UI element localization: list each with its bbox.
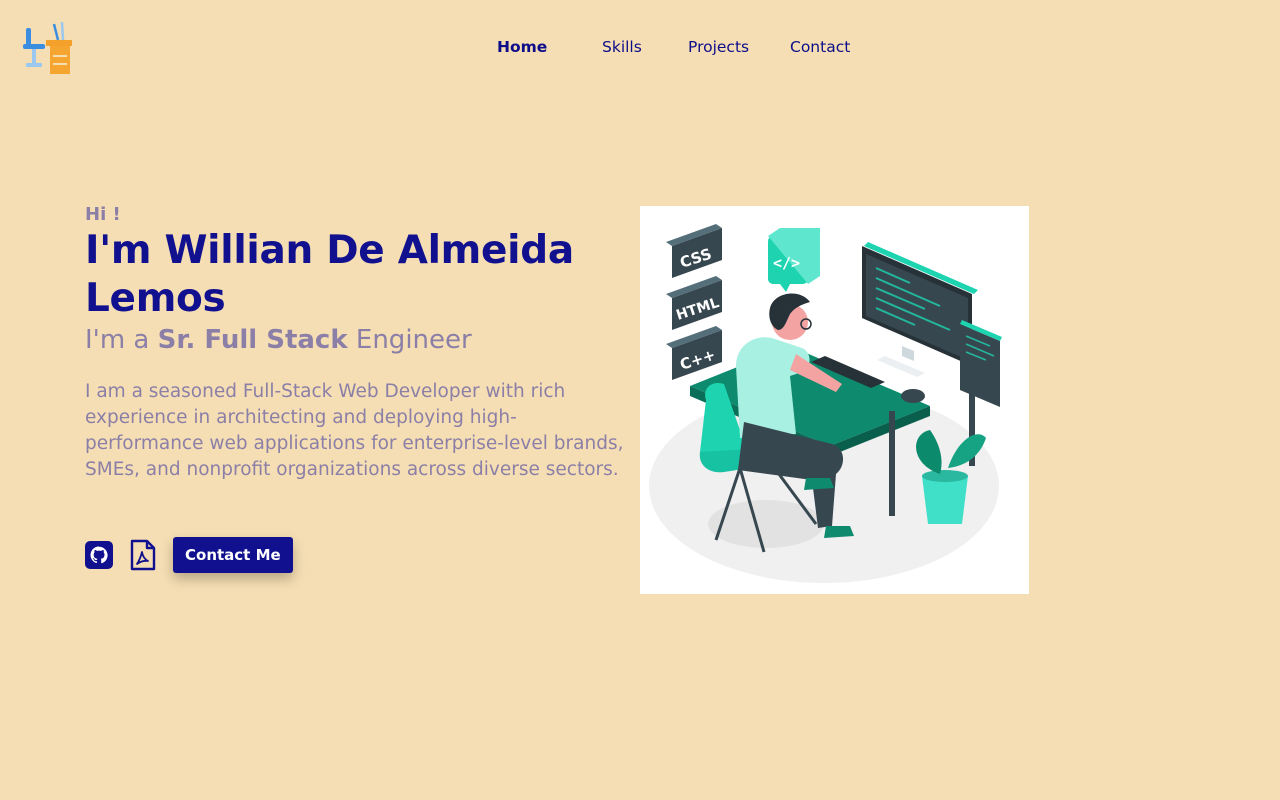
- nav-contact[interactable]: Contact: [790, 38, 850, 56]
- html-badge: HTML: [666, 276, 722, 330]
- greeting: Hi !: [85, 204, 121, 225]
- role-suffix: Engineer: [347, 325, 472, 355]
- css-badge: CSS: [666, 224, 722, 278]
- bio-text: I am a seasoned Full-Stack Web Developer…: [85, 381, 624, 480]
- role-prefix: I'm a: [85, 325, 158, 355]
- main-nav: Home Skills Projects Contact: [0, 38, 1280, 58]
- nav-skills[interactable]: Skills: [602, 38, 642, 56]
- page-title: I'm Willian De Almeida Lemos: [85, 228, 574, 321]
- role-highlight: Sr. Full Stack: [157, 325, 348, 355]
- hero-section: Hi ! I'm Willian De Almeida Lemos I'm a …: [85, 203, 625, 483]
- code-bubble-label: </>: [773, 254, 800, 272]
- cpp-badge: C++: [666, 326, 722, 380]
- github-icon[interactable]: [85, 540, 113, 570]
- pdf-resume-icon[interactable]: [129, 539, 157, 571]
- nav-projects[interactable]: Projects: [688, 38, 749, 56]
- contact-me-button[interactable]: Contact Me: [173, 537, 293, 573]
- developer-illustration: CSS HTML C++ </>: [640, 206, 1029, 594]
- role-title: I'm a Sr. Full Stack Engineer: [85, 323, 625, 357]
- nav-home[interactable]: Home: [497, 38, 547, 56]
- hero-actions: Contact Me: [85, 537, 293, 573]
- code-bubble-icon: </>: [768, 228, 820, 292]
